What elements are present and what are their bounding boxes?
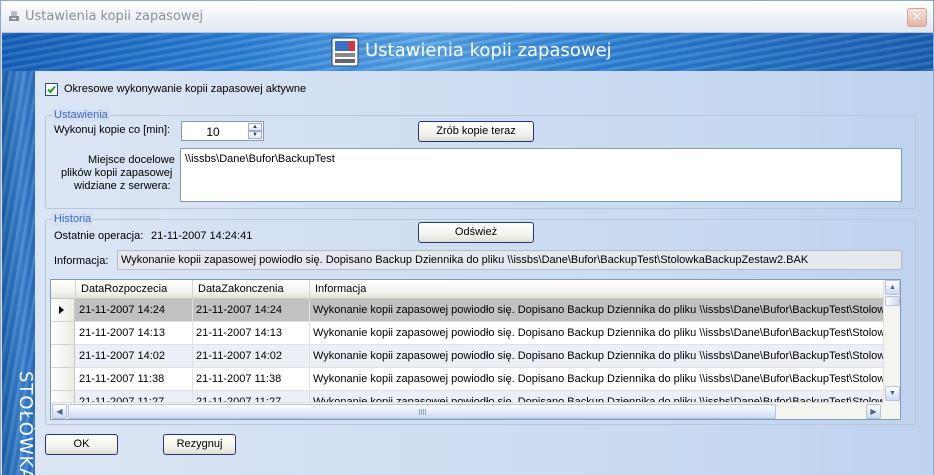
cell-start[interactable]: 21-11-2007 11:38 [76,368,193,391]
cell-info[interactable]: Wykonanie kopii zapasowej powiodło się. … [310,299,883,322]
cell-info[interactable]: Wykonanie kopii zapasowej powiodło się. … [310,368,883,391]
spin-up-button[interactable]: ▲ [248,123,262,131]
settings-group: Ustawienia Wykonuj kopie co [min]: 10 ▲ … [45,109,916,209]
row-header[interactable] [51,322,75,345]
table-row[interactable]: 21-11-2007 11:38 21-11-2007 11:38 Wykona… [51,368,883,391]
title-bar[interactable]: Ustawienia kopii zapasowej ✕ [1,1,933,33]
scroll-grip-icon [419,409,427,415]
cell-info[interactable]: Wykonanie kopii zapasowej powiodło się. … [310,322,883,345]
header-banner: Ustawienia kopii zapasowej [2,33,933,71]
vertical-scrollbar[interactable]: ▲ ▼ [883,280,900,402]
side-strip: STOŁÓWKA [2,71,35,475]
row-header[interactable] [51,299,75,322]
dest-label-line2: plików kopii zapasowej [61,167,173,179]
cell-info[interactable]: Wykonanie kopii zapasowej powiodło się. … [310,345,883,368]
current-row-icon [59,306,64,314]
interval-value: 10 [206,125,220,139]
side-brand-text: STOŁÓWKA [15,371,35,475]
vertical-scroll-thumb[interactable] [885,296,900,306]
cell-end[interactable]: 21-11-2007 14:02 [193,345,310,368]
ok-button[interactable]: OK [45,434,118,455]
grid-header: DataRozpoczecia DataZakonczenia Informac… [51,280,883,299]
info-field: Wykonanie kopii zapasowej powiodło się. … [117,250,902,270]
check-icon [47,85,56,94]
scrollbar-corner [883,402,900,419]
interval-label: Wykonuj kopie co [min]: [54,124,171,136]
arrow-up-icon: ▲ [889,284,896,291]
destination-path-value: \\issbs\Dane\Bufor\BackupTest [185,153,335,165]
refresh-button[interactable]: Odśwież [418,222,534,243]
arrow-down-icon: ▼ [889,390,896,397]
interval-spin-buttons: ▲ ▼ [248,123,262,139]
settings-group-title: Ustawienia [52,109,110,121]
window-title: Ustawienia kopii zapasowej [25,9,204,24]
last-operation-value: 21-11-2007 14:24:41 [151,230,253,242]
backup-now-button[interactable]: Zrób kopie teraz [418,121,534,142]
cell-end[interactable]: 21-11-2007 11:38 [193,368,310,391]
history-grid[interactable]: DataRozpoczecia DataZakonczenia Informac… [50,279,901,420]
dest-label-line1: Miejsce docelowe [88,154,175,166]
column-header-info[interactable]: Informacja [310,280,883,299]
table-row[interactable]: 21-11-2007 14:24 21-11-2007 14:24 Wykona… [51,299,883,322]
horizontal-scroll-thumb[interactable] [68,404,776,419]
scroll-right-button[interactable]: ▶ [866,404,881,419]
arrow-down-icon: ▼ [252,132,258,138]
horizontal-scrollbar[interactable]: ◀ ▶ [51,402,883,419]
cell-start[interactable]: 21-11-2007 14:24 [76,299,193,322]
info-value: Wykonanie kopii zapasowej powiodło się. … [121,254,809,266]
arrow-up-icon: ▲ [252,124,258,130]
app-icon [9,11,19,21]
backup-icon [331,37,359,67]
cancel-button[interactable]: Rezygnuj [163,434,236,455]
dialog-window: Ustawienia kopii zapasowej ✕ Ustawienia … [0,0,934,475]
periodic-backup-checkbox[interactable] [45,83,58,96]
content-area: Okresowe wykonywanie kopii zapasowej akt… [35,71,933,475]
history-group-title: Historia [52,213,94,225]
periodic-backup-label: Okresowe wykonywanie kopii zapasowej akt… [64,83,307,95]
cell-end[interactable]: 21-11-2007 14:13 [193,322,310,345]
arrow-right-icon: ▶ [870,407,877,416]
scroll-left-button[interactable]: ◀ [52,404,67,419]
row-header[interactable] [51,345,75,368]
header-corner [51,280,76,299]
close-icon: ✕ [911,9,923,24]
column-header-end[interactable]: DataZakonczenia [193,280,310,299]
scroll-up-button[interactable]: ▲ [885,280,900,295]
info-label: Informacja: [54,255,109,267]
spin-down-button[interactable]: ▼ [248,131,262,139]
cell-start[interactable]: 21-11-2007 14:02 [76,345,193,368]
dest-label-line3: widziane z serwera: [74,180,171,192]
column-header-start[interactable]: DataRozpoczecia [76,280,193,299]
table-row[interactable]: 21-11-2007 14:13 21-11-2007 14:13 Wykona… [51,322,883,345]
table-row[interactable]: 21-11-2007 14:02 21-11-2007 14:02 Wykona… [51,345,883,368]
scroll-down-button[interactable]: ▼ [885,386,900,401]
last-operation-label: Ostatnie operacja: [54,230,144,242]
arrow-left-icon: ◀ [56,407,63,416]
banner-title: Ustawienia kopii zapasowej [365,40,612,61]
row-header[interactable] [51,368,75,391]
cell-start[interactable]: 21-11-2007 14:13 [76,322,193,345]
cell-end[interactable]: 21-11-2007 14:24 [193,299,310,322]
destination-path-field[interactable]: \\issbs\Dane\Bufor\BackupTest [180,148,902,202]
close-button[interactable]: ✕ [907,8,927,27]
interval-spinner[interactable]: 10 ▲ ▼ [181,121,264,141]
